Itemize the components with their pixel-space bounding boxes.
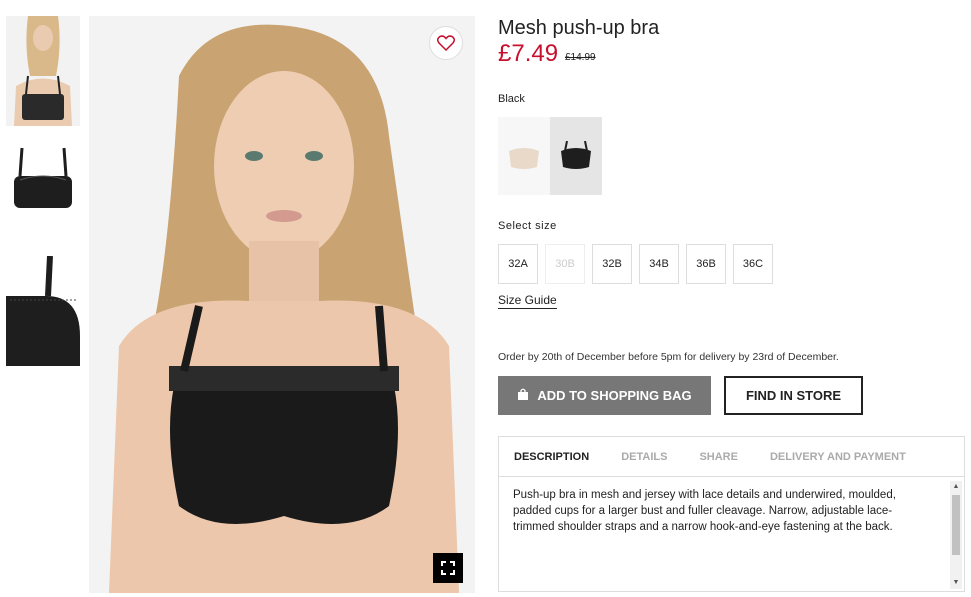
size-options: 32A 30B 32B 34B 36B 36C: [498, 244, 780, 284]
color-swatches: [498, 117, 602, 195]
thumbnail-product-front[interactable]: [6, 146, 80, 226]
size-option[interactable]: 36B: [686, 244, 726, 284]
expand-image-button[interactable]: [433, 553, 463, 583]
size-option[interactable]: 30B: [545, 244, 585, 284]
bra-detail-thumbnail-image: [6, 256, 80, 366]
color-swatch-beige[interactable]: [498, 117, 550, 195]
tab-bar: DESCRIPTION DETAILS SHARE DELIVERY AND P…: [499, 437, 964, 477]
select-size-label: Select size: [498, 220, 557, 232]
product-title: Mesh push-up bra: [498, 17, 660, 39]
thumbnail-product-detail[interactable]: [6, 256, 80, 366]
favorite-button[interactable]: [429, 26, 463, 60]
product-price: £7.49: [498, 40, 559, 67]
size-option[interactable]: 32A: [498, 244, 538, 284]
model-thumbnail-image: [6, 16, 80, 126]
size-guide-link[interactable]: Size Guide: [498, 293, 557, 309]
original-price: £14.99: [565, 52, 596, 63]
size-option[interactable]: 34B: [639, 244, 679, 284]
tab-details[interactable]: DETAILS: [621, 451, 667, 463]
scroll-up-arrow-icon[interactable]: ▲: [950, 481, 962, 493]
color-name: Black: [498, 93, 525, 105]
beige-bra-swatch-image: [509, 148, 539, 169]
expand-icon: [441, 561, 455, 575]
scroll-down-arrow-icon[interactable]: ▼: [950, 577, 962, 589]
size-option[interactable]: 36C: [733, 244, 773, 284]
tab-description[interactable]: DESCRIPTION: [514, 451, 589, 463]
find-in-store-button[interactable]: FIND IN STORE: [724, 376, 863, 415]
product-info-tabs: DESCRIPTION DETAILS SHARE DELIVERY AND P…: [498, 436, 965, 592]
thumbnail-model[interactable]: [6, 16, 80, 126]
shopping-bag-icon: [517, 388, 529, 403]
description-scrollbar[interactable]: ▲ ▼: [950, 481, 962, 589]
bra-front-thumbnail-image: [14, 147, 72, 208]
black-bra-swatch-image: [561, 141, 591, 169]
description-text: Push-up bra in mesh and jersey with lace…: [513, 489, 896, 533]
heart-icon: [437, 35, 455, 51]
scrollbar-thumb[interactable]: [952, 495, 960, 555]
thumbnail-list: [6, 16, 80, 386]
add-to-bag-label: ADD TO SHOPPING BAG: [537, 388, 692, 403]
color-swatch-black[interactable]: [550, 117, 602, 195]
tab-delivery-and-payment[interactable]: DELIVERY AND PAYMENT: [770, 451, 906, 463]
tab-share[interactable]: SHARE: [699, 451, 738, 463]
delivery-note: Order by 20th of December before 5pm for…: [498, 351, 839, 363]
model-photo: [89, 16, 475, 593]
size-option[interactable]: 32B: [592, 244, 632, 284]
main-product-image[interactable]: [89, 16, 475, 593]
add-to-bag-button[interactable]: ADD TO SHOPPING BAG: [498, 376, 711, 415]
